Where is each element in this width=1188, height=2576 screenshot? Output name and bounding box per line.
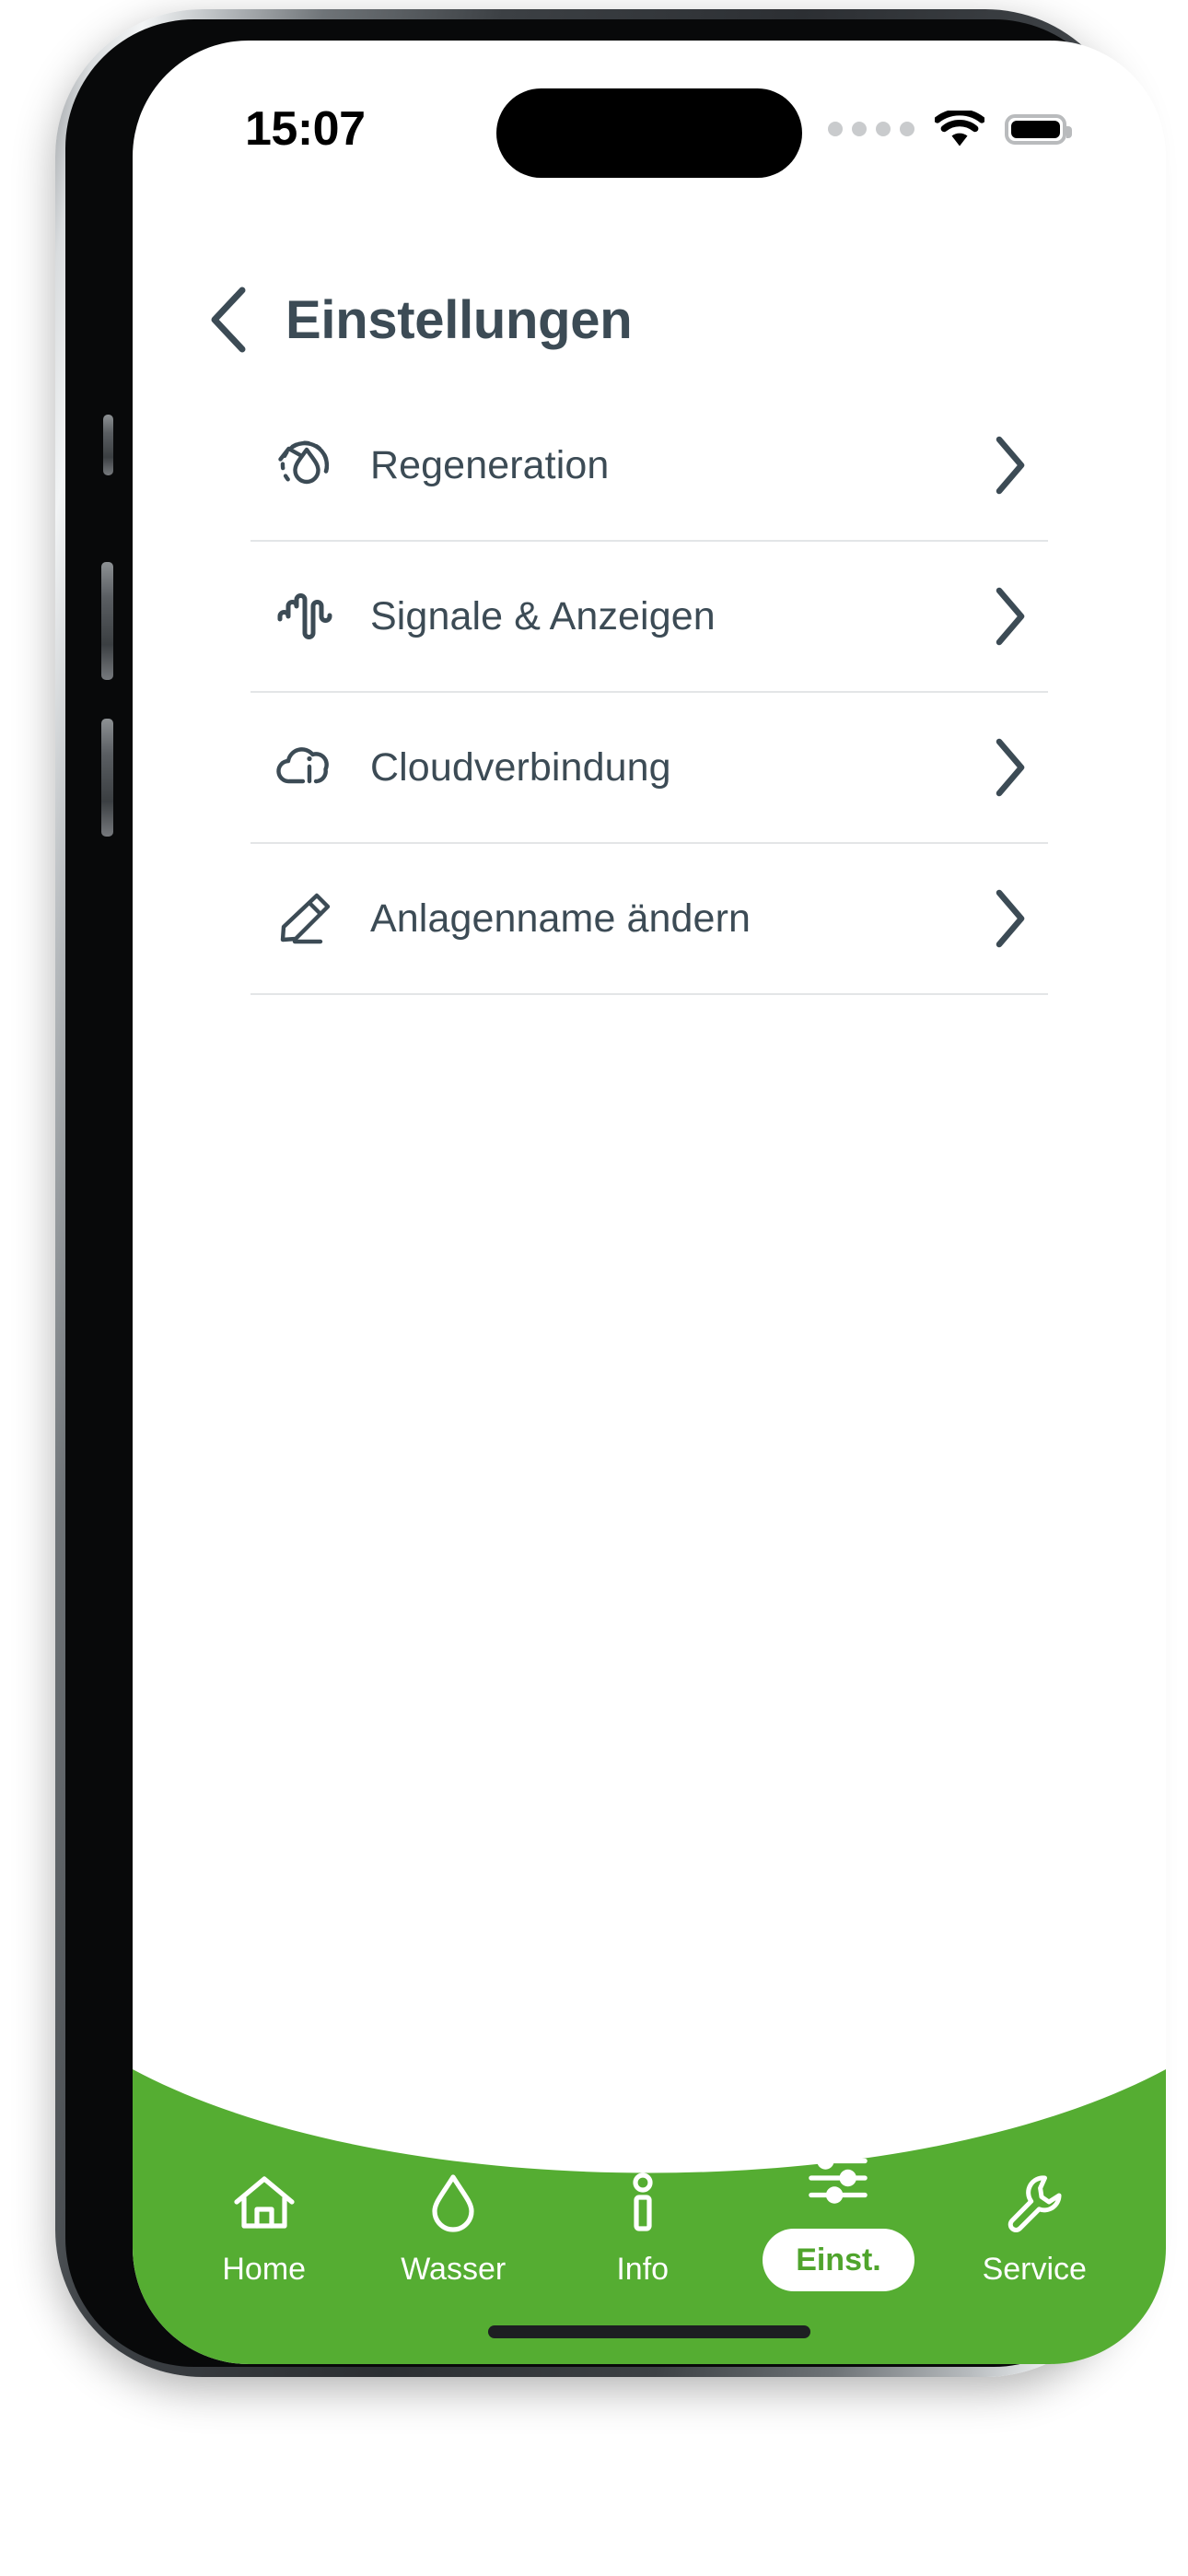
screenshot-root: 15:07 Einstellungen Regeneration Signale…: [0, 0, 1188, 2576]
cloud-info-icon: [271, 732, 343, 803]
cellular-dots-icon: [828, 122, 914, 136]
app-header: Einstellungen: [133, 269, 1166, 370]
regeneration-icon: [271, 429, 343, 501]
nav-item-service[interactable]: Service: [965, 2171, 1103, 2285]
pencil-edit-icon: [271, 883, 343, 954]
nav-item-label: Info: [616, 2252, 670, 2287]
home-indicator[interactable]: [488, 2325, 810, 2338]
nav-item-info[interactable]: Info: [574, 2171, 712, 2285]
dynamic-island: [496, 88, 802, 178]
chevron-right-icon: [980, 888, 1041, 949]
volume-down-button[interactable]: [101, 719, 113, 837]
chevron-right-icon: [980, 737, 1041, 798]
settings-row-label: Signale & Anzeigen: [370, 593, 716, 638]
nav-item-wasser[interactable]: Wasser: [384, 2171, 522, 2285]
nav-item-einst[interactable]: Einst.: [763, 2146, 914, 2291]
page-title: Einstellungen: [285, 289, 633, 350]
phone-screen: 15:07 Einstellungen Regeneration Signale…: [133, 41, 1166, 2364]
droplet-icon: [421, 2171, 485, 2235]
sliders-icon: [806, 2146, 870, 2210]
volume-up-button[interactable]: [101, 562, 113, 680]
battery-full-icon: [1005, 113, 1072, 145]
chevron-right-icon: [980, 586, 1041, 647]
status-bar-time: 15:07: [245, 102, 366, 156]
wrench-icon: [1002, 2171, 1066, 2235]
bottom-navigation-bar: Home Wasser Info Einst. Service: [133, 2069, 1166, 2364]
nav-items: Home Wasser Info Einst. Service: [133, 2146, 1166, 2291]
settings-row-label: Anlagenname ändern: [370, 896, 751, 941]
wifi-icon: [935, 111, 984, 146]
settings-row-signale[interactable]: Signale & Anzeigen: [250, 542, 1048, 693]
nav-item-label: Home: [222, 2252, 307, 2287]
settings-row-regeneration[interactable]: Regeneration: [250, 391, 1048, 542]
nav-item-home[interactable]: Home: [195, 2171, 333, 2285]
settings-list: Regeneration Signale & Anzeigen Cloudver…: [250, 391, 1048, 995]
nav-item-label: Wasser: [401, 2252, 507, 2287]
settings-row-label: Cloudverbindung: [370, 744, 671, 790]
house-icon: [232, 2171, 297, 2235]
nav-item-label: Service: [982, 2252, 1087, 2287]
status-bar-indicators: [828, 111, 1072, 147]
status-bar: 15:07: [133, 41, 1166, 188]
nav-item-label: Einst.: [763, 2229, 914, 2291]
phone-frame: 15:07 Einstellungen Regeneration Signale…: [55, 9, 1166, 2377]
back-button[interactable]: [181, 272, 276, 368]
settings-row-anlagenname[interactable]: Anlagenname ändern: [250, 844, 1048, 995]
chevron-left-icon: [211, 287, 246, 353]
info-icon: [611, 2171, 675, 2235]
chevron-right-icon: [980, 435, 1041, 496]
settings-row-cloud[interactable]: Cloudverbindung: [250, 693, 1048, 844]
settings-row-label: Regeneration: [370, 442, 610, 487]
waveform-icon: [271, 580, 343, 652]
silent-switch[interactable]: [103, 415, 113, 475]
